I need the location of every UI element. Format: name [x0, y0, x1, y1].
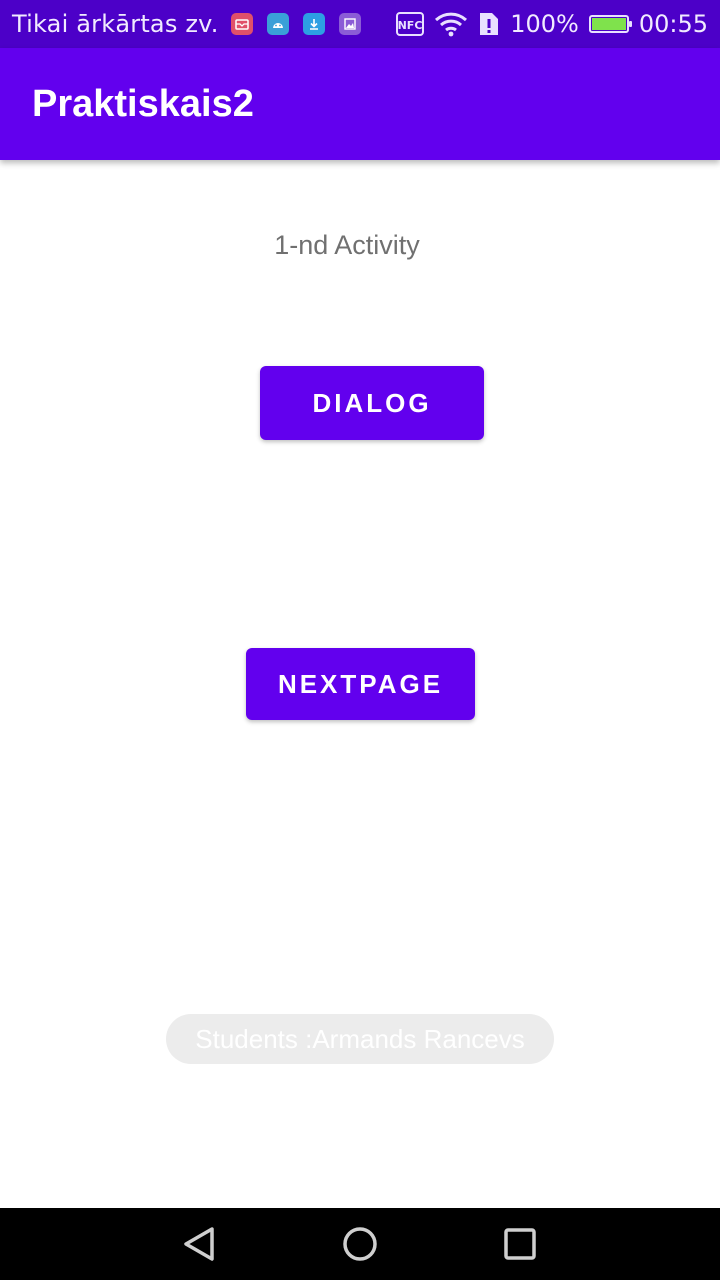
- recents-icon[interactable]: [470, 1208, 570, 1280]
- image-icon: [338, 13, 361, 35]
- status-right: NFC 100% 00:55: [396, 0, 708, 48]
- clock: 00:55: [638, 10, 708, 38]
- battery-icon: [588, 15, 632, 33]
- download-icon: [302, 13, 325, 35]
- toast-message: Students :Armands Rancevs: [166, 1014, 554, 1064]
- dialog-button[interactable]: DIALOG: [260, 366, 484, 440]
- nfc-icon: NFC: [396, 12, 425, 36]
- carrier-label: Tikai ārkārtas zv.: [12, 10, 219, 38]
- status-left: Tikai ārkārtas zv.: [12, 0, 361, 48]
- home-icon[interactable]: [310, 1208, 410, 1280]
- android-icon: [266, 13, 289, 35]
- notification-icons: [230, 13, 361, 35]
- screen: Tikai ārkārtas zv. NFC 100% 00:55 Prakti…: [0, 0, 720, 1280]
- sim-alert-icon: [478, 11, 500, 37]
- app-title: Praktiskais2: [32, 82, 254, 125]
- nfc-label: NFC: [398, 19, 423, 32]
- activity-label: 1-nd Activity: [274, 230, 420, 260]
- app-bar: Praktiskais2: [0, 48, 720, 160]
- status-bar: Tikai ārkārtas zv. NFC 100% 00:55: [0, 0, 720, 48]
- nextpage-button[interactable]: NEXTPAGE: [246, 648, 475, 720]
- back-icon[interactable]: [150, 1208, 250, 1280]
- battery-fill: [591, 18, 626, 30]
- navigation-bar: [0, 1208, 720, 1280]
- wifi-icon: [434, 11, 468, 37]
- battery-percent: 100%: [510, 10, 579, 38]
- mail-icon: [230, 13, 253, 35]
